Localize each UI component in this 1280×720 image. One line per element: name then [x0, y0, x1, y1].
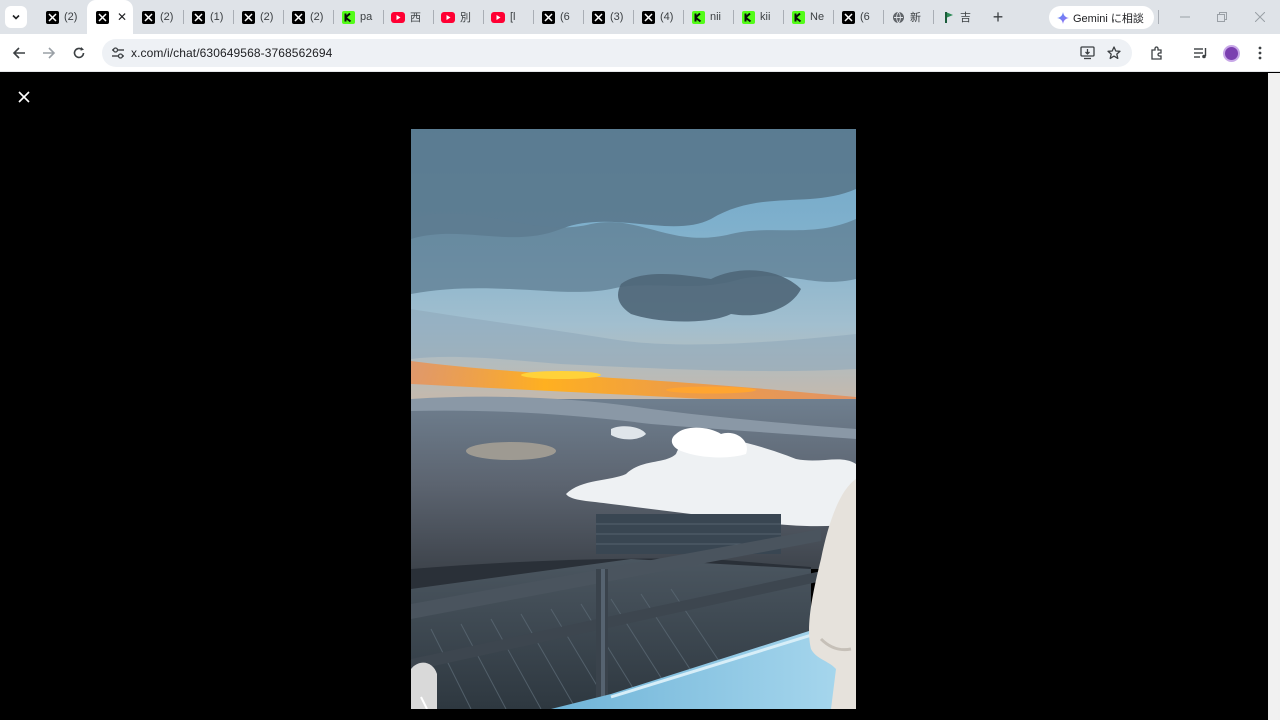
close-window-button[interactable]: [1241, 0, 1279, 34]
more-vertical-icon: [1258, 46, 1262, 60]
browser-tab[interactable]: ✕: [87, 0, 133, 34]
back-button[interactable]: [7, 41, 31, 65]
x-logo-icon: [45, 10, 59, 24]
gemini-button[interactable]: Gemini に相談: [1049, 6, 1154, 29]
browser-tab[interactable]: 吉: [933, 0, 983, 34]
bookmark-star-icon[interactable]: [1106, 45, 1122, 61]
playlist-icon: [1194, 48, 1207, 59]
x-logo-icon: [241, 10, 255, 24]
browser-toolbar: x.com/i/chat/630649568-3768562694: [0, 34, 1280, 72]
address-bar[interactable]: x.com/i/chat/630649568-3768562694: [102, 39, 1132, 67]
x-logo-icon: [291, 10, 305, 24]
media-viewer: [0, 73, 1268, 720]
profile-button[interactable]: [1221, 43, 1241, 63]
tab-title: pa: [360, 11, 373, 23]
kick-logo-icon: [341, 10, 355, 24]
browser-tab[interactable]: (2): [283, 0, 333, 34]
x-logo-icon: [141, 10, 155, 24]
kick-logo-icon: [741, 10, 755, 24]
tab-title: (6: [560, 11, 570, 23]
x-logo-icon: [641, 10, 655, 24]
x-logo-icon: [541, 10, 555, 24]
tab-title: (3): [610, 11, 624, 23]
close-icon: [18, 91, 30, 103]
tab-title: (2): [64, 11, 78, 23]
x-logo-icon: [591, 10, 605, 24]
media-controls-button[interactable]: [1191, 43, 1211, 63]
minimize-button[interactable]: [1166, 0, 1204, 34]
chevron-down-icon: [12, 14, 20, 20]
tab-title: (4): [660, 11, 674, 23]
install-app-icon[interactable]: [1079, 45, 1095, 61]
menu-button[interactable]: [1250, 43, 1270, 63]
forward-button[interactable]: [37, 41, 61, 65]
browser-tab[interactable]: (2): [133, 0, 183, 34]
tab-title: (1): [210, 11, 224, 23]
reload-button[interactable]: [67, 41, 91, 65]
x-logo-icon: [841, 10, 855, 24]
tab-close-button[interactable]: ✕: [117, 10, 127, 24]
browser-tab[interactable]: kii: [733, 0, 783, 34]
browser-tab[interactable]: (6: [833, 0, 883, 34]
tab-title: (2): [310, 11, 324, 23]
page-scrollbar[interactable]: [1268, 73, 1280, 720]
close-icon: [1255, 12, 1265, 22]
arrow-right-icon: [43, 47, 56, 59]
browser-tab[interactable]: (1): [183, 0, 233, 34]
tab-list: (2) ✕ (2) (1) (2) (2) pa 西 別 [l (6 (3) (4) nii kii Ne (6…: [37, 0, 983, 34]
restore-icon: [1217, 12, 1227, 22]
reload-icon: [73, 47, 85, 59]
browser-tab[interactable]: nii: [683, 0, 733, 34]
youtube-logo-icon: [441, 10, 455, 24]
toolbar-separator: [1158, 10, 1159, 24]
tab-title: 別: [460, 12, 471, 24]
tab-title: (6: [860, 11, 870, 23]
gemini-star-icon: [1057, 11, 1069, 24]
x-logo-icon: [191, 10, 205, 24]
site-info-icon[interactable]: [110, 45, 126, 61]
tab-title: Ne: [810, 11, 825, 23]
browser-tab[interactable]: 別: [433, 0, 483, 34]
avatar: [1222, 44, 1240, 62]
tab-search-button[interactable]: [5, 6, 27, 28]
browser-tab[interactable]: (2): [37, 0, 87, 34]
tab-title: nii: [710, 11, 722, 23]
url-text[interactable]: x.com/i/chat/630649568-3768562694: [131, 46, 332, 60]
browser-tab[interactable]: pa: [333, 0, 383, 34]
browser-tab[interactable]: (4): [633, 0, 683, 34]
tab-title: 吉: [960, 12, 971, 24]
arrow-left-icon: [12, 47, 25, 59]
close-viewer-button[interactable]: [13, 86, 35, 108]
minimize-icon: [1180, 16, 1190, 18]
restore-button[interactable]: [1203, 0, 1241, 34]
tab-title: (2): [260, 11, 274, 23]
tab-title: 西: [410, 12, 421, 24]
youtube-logo-icon: [491, 10, 505, 24]
flag-icon: [941, 10, 955, 24]
tab-title: kii: [760, 11, 771, 23]
youtube-logo-icon: [391, 10, 405, 24]
kick-logo-icon: [791, 10, 805, 24]
tab-title: 新: [910, 12, 921, 24]
tab-title: [l: [510, 11, 516, 23]
extensions-button[interactable]: [1147, 43, 1167, 63]
browser-tab[interactable]: 西: [383, 0, 433, 34]
browser-tab[interactable]: (3): [583, 0, 633, 34]
browser-tab[interactable]: Ne: [783, 0, 833, 34]
browser-tab[interactable]: 新: [883, 0, 933, 34]
gemini-label: Gemini に相談: [1073, 12, 1144, 25]
browser-tab[interactable]: (6: [533, 0, 583, 34]
new-tab-button[interactable]: +: [985, 4, 1011, 30]
globe-icon: [891, 10, 905, 24]
sunrise-above-clouds-photo: [411, 129, 856, 709]
tab-title: (2): [160, 11, 174, 23]
browser-tab[interactable]: (2): [233, 0, 283, 34]
kick-logo-icon: [691, 10, 705, 24]
chat-media-image[interactable]: [411, 129, 856, 709]
puzzle-icon: [1151, 46, 1162, 60]
browser-tab[interactable]: [l: [483, 0, 533, 34]
x-logo-icon: [95, 10, 109, 24]
